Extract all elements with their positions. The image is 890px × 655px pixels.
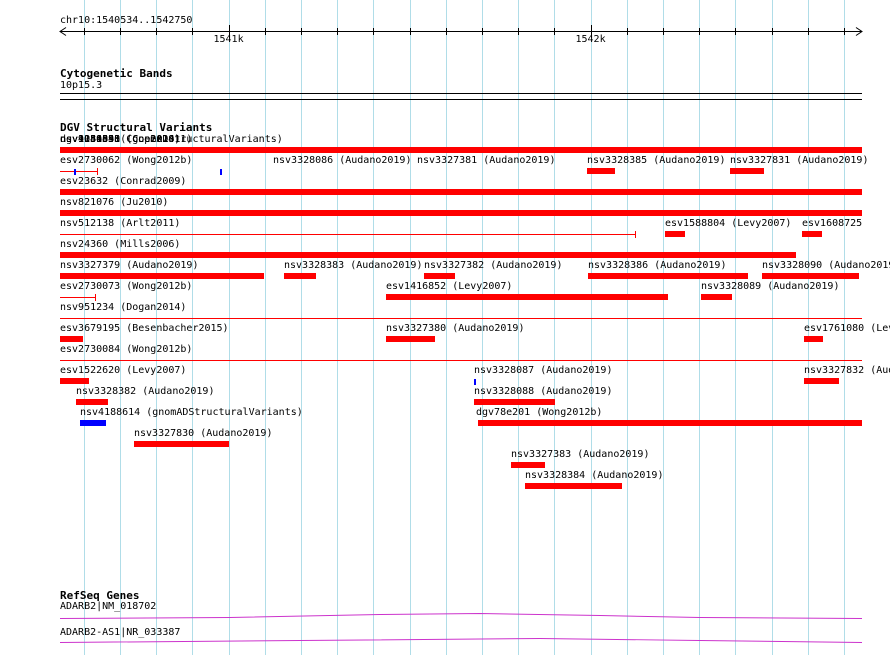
dgv-feature-30-label[interactable]: nsv3328087 (Audano2019) — [474, 365, 612, 377]
dgv-feature-19-label[interactable]: nsv3328386 (Audano2019) — [588, 260, 726, 272]
dgv-feature-21-label[interactable]: esv2730073 (Wong2012b) — [60, 281, 192, 293]
dgv-feature-33-label[interactable]: nsv3328088 (Audano2019) — [474, 386, 612, 398]
dgv-feature-29-glyph — [60, 378, 89, 384]
dgv-feature-22-glyph — [386, 294, 668, 300]
dgv-feature-32-glyph — [76, 399, 108, 405]
dgv-feature-10-glyph — [60, 189, 862, 195]
dgv-feature-36-label[interactable]: nsv3327830 (Audano2019) — [134, 428, 272, 440]
dgv-feature-37-glyph — [511, 462, 545, 468]
dgv-feature-35-glyph — [478, 420, 862, 426]
dgv-feature-19-glyph — [588, 273, 748, 279]
dgv-feature-10-label[interactable]: esv23632 (Conrad2009) — [60, 176, 186, 188]
dgv-feature-17-glyph — [284, 273, 316, 279]
dgv-feature-6-label[interactable]: nsv3328086 (Audano2019) — [273, 155, 411, 167]
dgv-feature-31-glyph — [804, 378, 839, 384]
dgv-feature-23-label[interactable]: nsv3328089 (Audano2019) — [701, 281, 839, 293]
dgv-feature-37-label[interactable]: nsv3327383 (Audano2019) — [511, 449, 649, 461]
dgv-feature-25-label[interactable]: esv3679195 (Besenbacher2015) — [60, 323, 229, 335]
dgv-feature-16-label[interactable]: nsv3327379 (Audano2019) — [60, 260, 198, 272]
dgv-feature-17-label[interactable]: nsv3328383 (Audano2019) — [284, 260, 422, 272]
dgv-feature-15-label[interactable]: nsv24360 (Mills2006) — [60, 239, 180, 251]
dgv-feature-14-glyph — [802, 231, 822, 237]
dgv-feature-15-glyph — [60, 252, 796, 258]
dgv-feature-18-label[interactable]: nsv3327382 (Audano2019) — [424, 260, 562, 272]
dgv-feature-20-label[interactable]: nsv3328090 (Audano2019) — [762, 260, 890, 272]
dgv-feature-11-glyph — [60, 210, 862, 216]
dgv-feature-28-label[interactable]: esv2730084 (Wong2012b) — [60, 344, 192, 356]
dgv-feature-27-glyph — [804, 336, 823, 342]
dgv-feature-8-label[interactable]: nsv3328385 (Audano2019) — [587, 155, 725, 167]
dgv-feature-31-label[interactable]: nsv3327832 (Audano2 — [804, 365, 890, 377]
refseq-gene-0-label[interactable]: ADARB2|NM_018702 — [60, 601, 156, 613]
dgv-feature-35-label[interactable]: dgv78e201 (Wong2012b) — [476, 407, 602, 419]
dgv-feature-33-glyph — [474, 399, 555, 405]
dgv-feature-38-glyph — [525, 483, 622, 489]
dgv-feature-14-label[interactable]: esv1608725 — [802, 218, 862, 230]
dgv-feature-25-glyph — [60, 336, 83, 342]
dgv-feature-13-label[interactable]: esv1588804 (Levy2007) — [665, 218, 791, 230]
dgv-feature-34-glyph — [80, 420, 106, 426]
dgv-feature-27-label[interactable]: esv1761080 (Levy200 — [804, 323, 890, 335]
dgv-feature-13-glyph — [665, 231, 685, 237]
refseq-gene-1-label[interactable]: ADARB2-AS1|NR_033387 — [60, 627, 180, 639]
dgv-feature-5-label[interactable]: esv2730062 (Wong2012b) — [60, 155, 192, 167]
dgv-feature-22-label[interactable]: esv1416852 (Levy2007) — [386, 281, 512, 293]
dgv-feature-30-glyph — [474, 379, 476, 385]
dgv-feature-11-label[interactable]: nsv821076 (Ju2010) — [60, 197, 168, 209]
genome-browser[interactable]: chr10:1540534..1542750 1541k 1542k Cytoge… — [0, 0, 890, 655]
dgv-feature-24-label[interactable]: nsv951234 (Dogan2014) — [60, 302, 186, 314]
dgv-feature-36-glyph — [134, 441, 229, 447]
dgv-feature-20-glyph — [762, 273, 859, 279]
dgv-feature-16-glyph — [60, 273, 264, 279]
dgv-feature-38-label[interactable]: nsv3328384 (Audano2019) — [525, 470, 663, 482]
dgv-feature-26-label[interactable]: nsv3327380 (Audano2019) — [386, 323, 524, 335]
dgv-feature-12-label[interactable]: nsv512138 (Arlt2011) — [60, 218, 180, 230]
dgv-feature-34-label[interactable]: nsv4188614 (gnomADStructuralVariants) — [80, 407, 303, 419]
dgv-feature-9-glyph — [730, 168, 764, 174]
dgv-feature-9-label[interactable]: nsv3327831 (Audano2019) — [730, 155, 868, 167]
dgv-feature-29-label[interactable]: esv1522620 (Levy2007) — [60, 365, 186, 377]
dgv-feature-26-glyph — [386, 336, 435, 342]
dgv-feature-7-glyph — [220, 169, 222, 175]
dgv-feature-18-glyph — [424, 273, 455, 279]
refseq-gene-0-glyph — [59, 612, 863, 619]
dgv-feature-6-glyph — [74, 169, 76, 175]
dgv-feature-32-label[interactable]: nsv3328382 (Audano2019) — [76, 386, 214, 398]
dgv-feature-23-glyph — [701, 294, 732, 300]
dgv-feature-4-glyph — [60, 147, 862, 153]
dgv-feature-4-label[interactable]: nsv4189830 (gnomADStructuralVariants) — [60, 134, 283, 146]
dgv-feature-7-label[interactable]: nsv3327381 (Audano2019) — [417, 155, 555, 167]
dgv-feature-8-glyph — [587, 168, 615, 174]
refseq-gene-1-glyph — [59, 637, 863, 643]
